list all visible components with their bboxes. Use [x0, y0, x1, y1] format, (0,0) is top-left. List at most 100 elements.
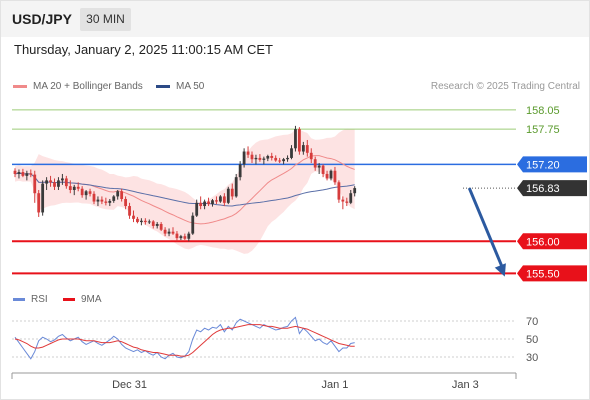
candle-body: [143, 220, 147, 223]
rsi-tick-label: 30: [526, 352, 538, 364]
candle-body: [333, 170, 337, 183]
candle-body: [203, 201, 206, 207]
candle: [41, 180, 45, 216]
candle-body: [163, 229, 167, 234]
candle-body: [222, 196, 226, 203]
candle-body: [171, 231, 175, 234]
candle-body: [254, 157, 258, 160]
candle-body: [33, 174, 37, 194]
candle-body: [29, 173, 33, 175]
candle-body: [179, 236, 183, 239]
candle-body: [25, 173, 29, 176]
rsi-line: [14, 316, 355, 360]
candle-body: [242, 151, 246, 165]
candle-body: [313, 159, 317, 168]
candle-body: [92, 193, 96, 202]
candle-body: [112, 196, 116, 201]
support-label: 156.00: [526, 236, 560, 248]
rsi-tick-label: 50: [526, 334, 538, 346]
candle-body: [136, 218, 139, 223]
candle-body: [246, 151, 250, 155]
candle-body: [298, 129, 301, 152]
candle-body: [80, 188, 84, 196]
candle-body: [96, 199, 100, 202]
candle-body: [37, 193, 41, 213]
candle-body: [108, 200, 112, 203]
support-label: 155.50: [526, 268, 560, 280]
candle-body: [64, 178, 68, 187]
candle-body: [17, 172, 21, 174]
candle-body: [226, 188, 230, 203]
resistance-label: 158.05: [526, 105, 560, 117]
candle-body: [349, 193, 353, 203]
last-price-label: 156.83: [526, 183, 560, 195]
candle-body: [167, 231, 171, 234]
candle-body: [274, 157, 278, 161]
candle-body: [155, 223, 159, 226]
candle-body: [147, 221, 151, 223]
candle-body: [132, 215, 135, 219]
candle-body: [72, 186, 76, 190]
candle-body: [286, 157, 289, 160]
candle-body: [183, 236, 187, 239]
candle-body: [215, 200, 218, 202]
candle-body: [49, 180, 52, 183]
candle-body: [309, 152, 313, 160]
candle-body: [329, 170, 333, 179]
candle: [191, 212, 195, 235]
candle-body: [282, 159, 285, 162]
resistance-label: 157.75: [526, 124, 560, 136]
candle-body: [61, 178, 64, 181]
candle-body: [84, 191, 88, 196]
x-tick-label: Jan 3: [452, 379, 479, 391]
candle: [37, 190, 41, 217]
candle-body: [278, 160, 282, 162]
candle-body: [140, 220, 143, 223]
candle-body: [305, 145, 309, 153]
candle-body: [21, 172, 25, 176]
candle-body: [337, 182, 341, 200]
price-chart: 158.05 157.75 157.20 156.83 156.00 155.50 70 50…: [11, 105, 587, 391]
candle-body: [187, 233, 191, 239]
x-tick-label: Dec 31: [112, 379, 147, 391]
chart-widget: USD/JPY 30 MIN Thursday, January 2, 2025…: [0, 0, 590, 400]
candle-body: [159, 223, 163, 230]
candle-body: [57, 180, 60, 187]
rsi-tick-label: 70: [526, 316, 538, 328]
candle-body: [124, 198, 127, 207]
candle-body: [266, 156, 270, 159]
candle-body: [301, 145, 305, 152]
candle-body: [325, 173, 329, 179]
candle-body: [258, 157, 262, 160]
candle-body: [207, 201, 210, 205]
candle-body: [53, 182, 56, 187]
candle-body: [211, 200, 214, 205]
candle-body: [100, 199, 104, 202]
candle-body: [175, 233, 179, 239]
candle-body: [290, 148, 293, 158]
candle-body: [45, 180, 48, 184]
candle-body: [116, 191, 120, 197]
candle-body: [262, 158, 266, 160]
candle-body: [41, 183, 45, 213]
candle-body: [68, 186, 72, 190]
candle-body: [321, 165, 325, 174]
candle-body: [151, 221, 155, 226]
candle: [294, 125, 297, 152]
pivot-label: 157.20: [526, 159, 560, 171]
forecast-arrow-shaft: [467, 187, 505, 270]
candle-body: [128, 206, 131, 216]
candle-body: [234, 177, 238, 197]
candle: [33, 170, 37, 203]
candle-body: [294, 129, 297, 149]
candle-body: [270, 156, 274, 158]
candle-body: [219, 196, 222, 202]
candle-body: [88, 191, 92, 194]
rsi-ma-line: [14, 324, 355, 357]
candle-body: [250, 154, 254, 160]
candle-body: [104, 201, 108, 203]
candle-body: [345, 201, 349, 203]
candle-body: [238, 164, 242, 178]
candle-body: [230, 188, 234, 197]
candle-body: [191, 215, 195, 234]
